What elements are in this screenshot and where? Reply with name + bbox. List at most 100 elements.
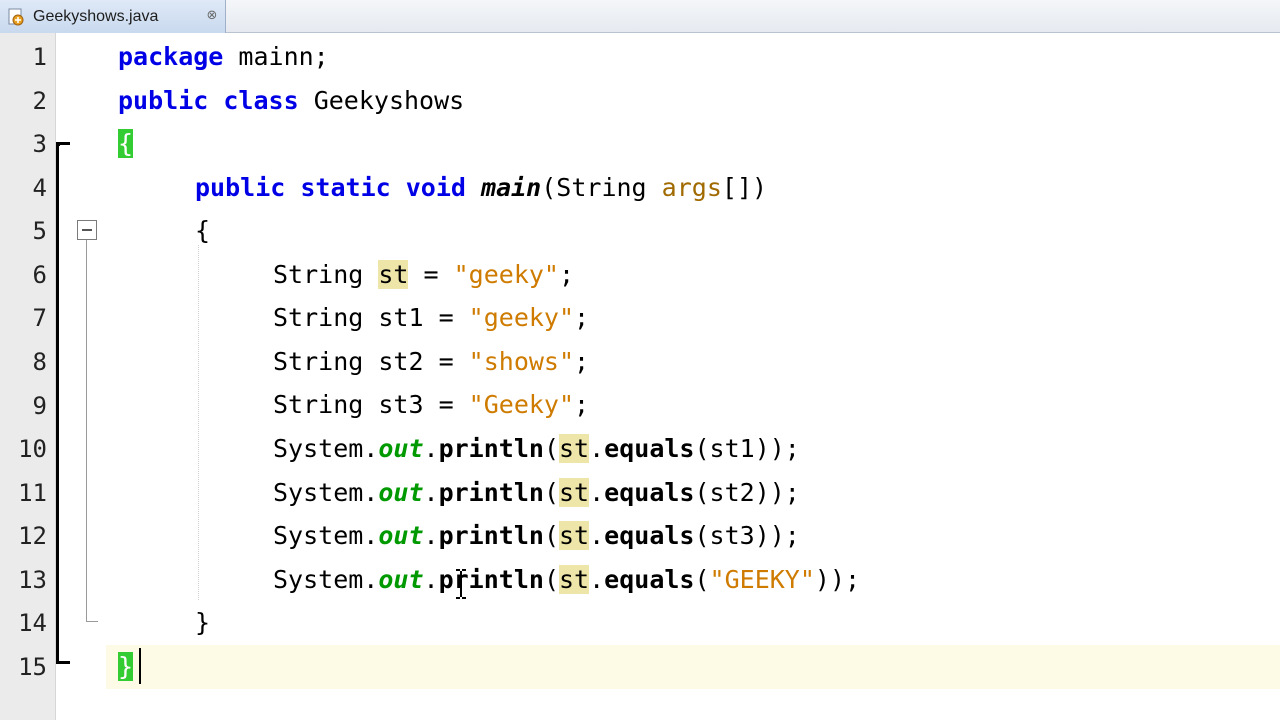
class-name: Geekyshows — [298, 86, 465, 115]
code-text: (st1)); — [694, 434, 800, 463]
brace-match-marker — [56, 142, 59, 664]
method-name: main — [481, 173, 542, 202]
brace: { — [195, 216, 211, 245]
variable-occurrence: st — [378, 260, 409, 289]
line-number-gutter: 1 2 3 4 5 6 7 8 9 10 11 12 13 14 15 — [0, 33, 56, 720]
line-number: 14 — [18, 609, 47, 637]
code-text: . — [423, 434, 439, 463]
java-file-icon — [8, 8, 24, 25]
code-text: . — [423, 565, 439, 594]
close-icon[interactable]: ⊗ — [204, 8, 220, 24]
code-text: ; — [574, 303, 590, 332]
code-line-15[interactable]: } — [118, 650, 134, 684]
keyword: package — [118, 42, 224, 71]
static-field: out — [378, 434, 424, 463]
line-number: 8 — [32, 348, 47, 376]
code-text: ( — [543, 478, 559, 507]
code-text: System. — [273, 521, 379, 550]
line-number: 9 — [32, 392, 47, 420]
code-line-7[interactable]: String st1 = "geeky"; — [273, 301, 589, 335]
line-number: 15 — [18, 653, 47, 681]
code-text: String — [273, 260, 379, 289]
code-text: String st3 = — [273, 390, 469, 419]
keyword: void — [405, 173, 466, 202]
parameter: args — [661, 173, 722, 202]
static-field: out — [378, 565, 424, 594]
fold-column — [56, 33, 106, 720]
code-text: . — [589, 478, 605, 507]
tab-label: Geekyshows.java — [33, 7, 159, 25]
code-text: ; — [558, 260, 575, 289]
text-caret — [139, 648, 141, 684]
line-number: 11 — [18, 479, 47, 507]
line-number: 2 — [32, 87, 47, 115]
code-text: System. — [273, 565, 379, 594]
tab-geekyshows-java[interactable]: Geekyshows.java ⊗ — [0, 0, 226, 33]
code-text: String st2 = — [273, 347, 469, 376]
code-text: ; — [574, 347, 590, 376]
method-call: println — [438, 521, 544, 550]
code-text: (String — [541, 173, 662, 202]
static-field: out — [378, 478, 424, 507]
code-line-13[interactable]: System.out.println(st.equals("GEEKY")); — [273, 563, 860, 597]
line-number: 12 — [18, 522, 47, 550]
code-line-11[interactable]: System.out.println(st.equals(st2)); — [273, 476, 800, 510]
method-call: equals — [604, 521, 695, 550]
line-number: 4 — [32, 174, 47, 202]
code-line-4[interactable]: public static void main(String args[]) — [195, 171, 767, 205]
string-literal: "shows" — [468, 347, 575, 376]
code-text: . — [423, 478, 439, 507]
code-text: )); — [814, 565, 861, 594]
code-text: ( — [694, 565, 710, 594]
variable-occurrence: st — [559, 434, 590, 463]
code-line-3[interactable]: { — [118, 127, 134, 161]
code-text: System. — [273, 434, 379, 463]
code-text: . — [589, 434, 605, 463]
line-number: 6 — [32, 261, 47, 289]
code-text: . — [423, 521, 439, 550]
code-text: . — [589, 521, 605, 550]
code-line-12[interactable]: System.out.println(st.equals(st3)); — [273, 519, 800, 553]
matched-brace: { — [118, 129, 134, 158]
code-line-8[interactable]: String st2 = "shows"; — [273, 345, 589, 379]
code-text: (st2)); — [694, 478, 800, 507]
line-number: 7 — [32, 304, 47, 332]
static-field: out — [378, 521, 424, 550]
fold-guide-line — [86, 621, 98, 622]
string-literal: "geeky" — [468, 303, 575, 332]
code-text: (st3)); — [694, 521, 800, 550]
code-line-5[interactable]: { — [195, 214, 210, 248]
keyword: static — [300, 173, 391, 202]
brace-match-marker — [56, 661, 70, 664]
code-line-2[interactable]: public class Geekyshows — [118, 84, 464, 118]
line-number: 3 — [32, 130, 47, 158]
method-call: equals — [604, 478, 695, 507]
keyword: public — [195, 173, 286, 202]
code-line-9[interactable]: String st3 = "Geeky"; — [273, 388, 589, 422]
string-literal: "geeky" — [453, 260, 559, 289]
fold-guide-line — [86, 240, 87, 622]
indent-guide — [198, 245, 199, 600]
brace: } — [195, 608, 211, 637]
matched-brace: } — [118, 652, 134, 681]
method-call: println — [438, 478, 544, 507]
code-line-1[interactable]: package mainn; — [118, 40, 329, 74]
editor-tab-bar: Geekyshows.java ⊗ — [0, 0, 1280, 33]
string-literal: "Geeky" — [468, 390, 575, 419]
code-line-10[interactable]: System.out.println(st.equals(st1)); — [273, 432, 800, 466]
code-line-6[interactable]: String st = "geeky"; — [273, 258, 574, 292]
method-call: println — [438, 434, 544, 463]
string-literal: "GEEKY" — [709, 565, 815, 594]
code-text: ( — [543, 434, 559, 463]
code-text: = — [408, 260, 454, 289]
code-line-14[interactable]: } — [195, 606, 210, 640]
current-line-highlight — [106, 645, 1280, 689]
method-call: equals — [604, 434, 695, 463]
keyword: public — [118, 86, 209, 115]
code-text: ; — [574, 390, 590, 419]
method-call: equals — [604, 565, 695, 594]
fold-collapse-icon[interactable] — [77, 220, 97, 240]
code-text: mainn; — [223, 42, 329, 71]
code-text: ( — [543, 565, 559, 594]
line-number: 5 — [32, 217, 47, 245]
